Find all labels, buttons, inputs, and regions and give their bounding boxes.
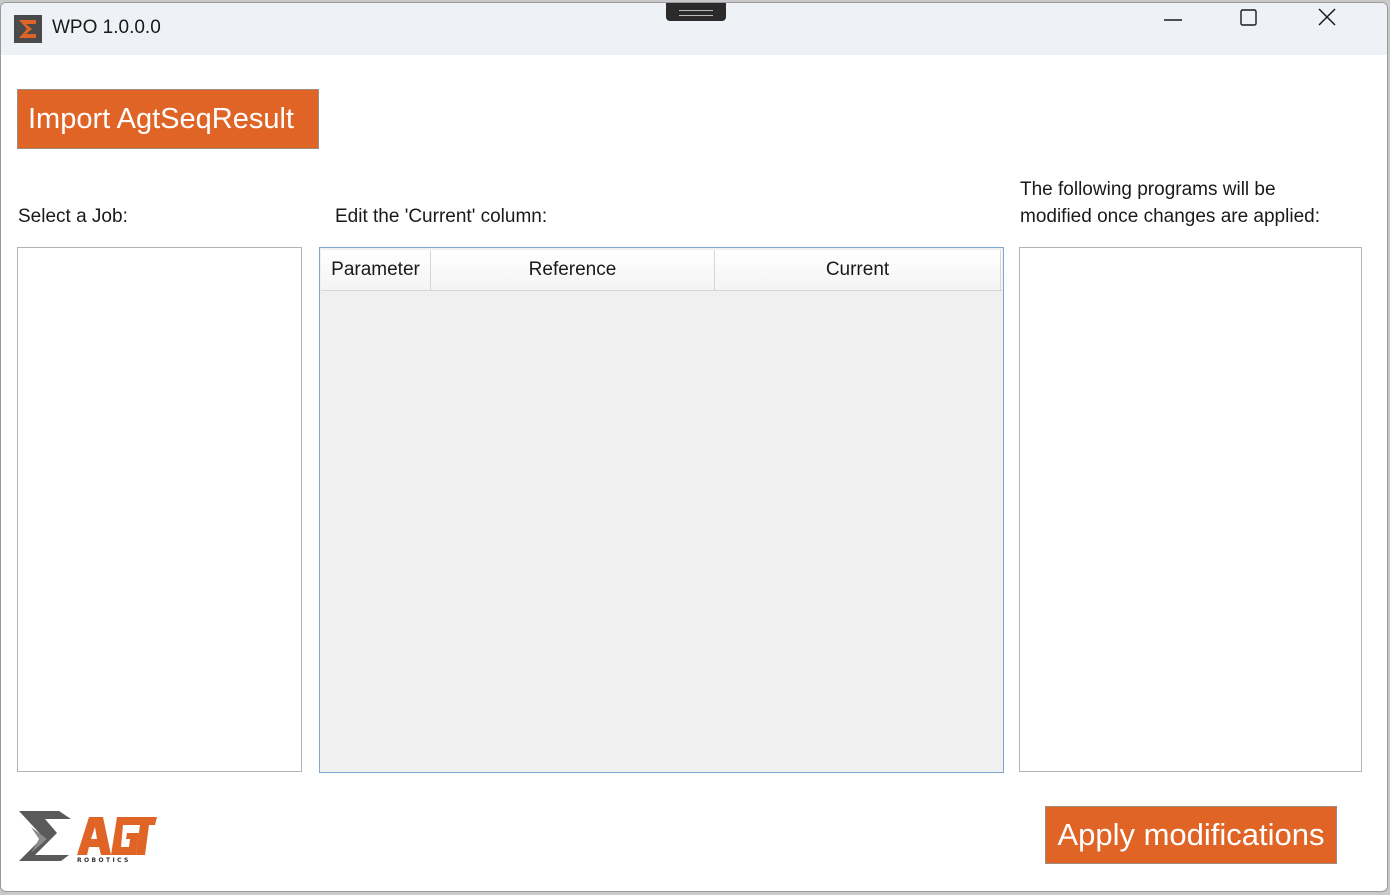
column-header-reference[interactable]: Reference	[431, 250, 715, 290]
maximize-button[interactable]	[1239, 7, 1309, 51]
app-icon	[14, 15, 42, 43]
import-agtseqresult-button[interactable]: Import AgtSeqResult	[17, 89, 319, 149]
apply-modifications-button[interactable]: Apply modifications	[1045, 806, 1337, 864]
parameter-grid[interactable]: Parameter Reference Current	[319, 247, 1004, 773]
modified-programs-list[interactable]	[1019, 247, 1362, 772]
column-header-current[interactable]: Current	[715, 250, 1001, 290]
close-button[interactable]	[1317, 7, 1387, 51]
title-bar[interactable]: WPO 1.0.0.0	[1, 3, 1387, 55]
job-list[interactable]	[17, 247, 302, 772]
minimize-button[interactable]	[1163, 7, 1233, 51]
snap-layout-handle[interactable]	[666, 3, 726, 21]
select-job-label: Select a Job:	[18, 206, 128, 227]
column-header-parameter[interactable]: Parameter	[321, 250, 431, 290]
programs-label-line1: The following programs will be	[1020, 179, 1276, 200]
app-window: WPO 1.0.0.0 Import AgtSeqResult Select a…	[0, 2, 1388, 892]
agt-robotics-logo: ROBOTICS	[17, 809, 157, 864]
programs-label-line2: modified once changes are applied:	[1020, 206, 1320, 227]
svg-text:ROBOTICS: ROBOTICS	[77, 857, 131, 863]
grid-header: Parameter Reference Current	[321, 250, 1002, 291]
window-title: WPO 1.0.0.0	[52, 17, 161, 38]
edit-current-label: Edit the 'Current' column:	[335, 206, 548, 227]
